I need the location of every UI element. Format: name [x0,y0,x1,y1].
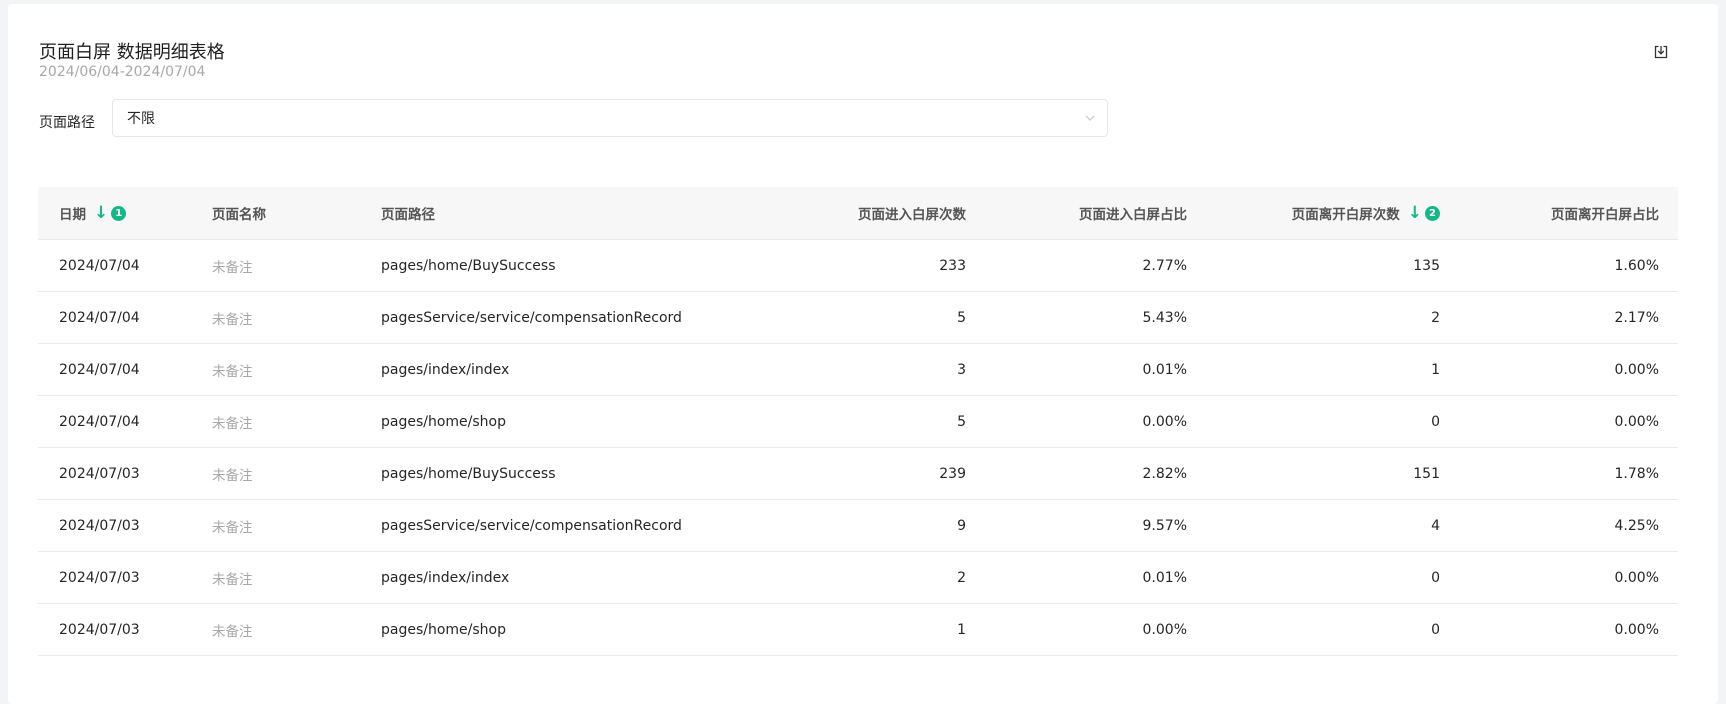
cell-enter-count: 5 [957,309,966,326]
cell-date: 2024/07/03 [59,465,140,482]
cell-enter-count: 1 [957,621,966,638]
sort-rank-badge: 1 [111,205,127,221]
cell-page-name: 未备注 [212,259,253,276]
cell-page-name: 未备注 [212,363,253,380]
column-page-path: 页面路径 [381,207,435,223]
cell-page-path: pages/home/shop [381,413,507,430]
table-row: 2024/07/03 未备注 pages/index/index 2 0.01%… [38,552,1678,604]
table-row: 2024/07/04 未备注 pages/index/index 3 0.01%… [38,344,1678,396]
arrow-down-icon[interactable]: ↓ [1408,203,1422,223]
cell-page-path: pages/home/BuySuccess [381,257,556,274]
cell-enter-count: 5 [957,413,966,430]
column-leave-count[interactable]: 页面离开白屏次数 ↓ 2 [1292,187,1440,239]
cell-date: 2024/07/03 [59,569,140,586]
cell-page-name: 未备注 [212,467,253,484]
cell-page-name: 未备注 [212,571,253,588]
cell-leave-count: 0 [1431,413,1440,430]
table-row: 2024/07/04 未备注 pages/home/BuySuccess 233… [38,240,1678,292]
cell-leave-count: 0 [1431,569,1440,586]
cell-leave-count: 135 [1413,257,1440,274]
data-table: 日期 ↓ 1 页面名称 页面路径 页面进入白屏次数 页面进入白屏占比 页面离开白… [38,187,1678,656]
cell-page-name: 未备注 [212,623,253,640]
cell-leave-ratio: 0.00% [1614,621,1659,638]
export-button[interactable] [1649,40,1673,64]
cell-leave-ratio: 2.17% [1614,309,1659,326]
cell-page-path: pages/index/index [381,361,510,378]
download-icon [1654,45,1668,59]
detail-table-card: 页面白屏 数据明细表格 2024/06/04-2024/07/04 页面路径 不… [8,4,1718,704]
cell-enter-ratio: 0.01% [1142,569,1187,586]
cell-leave-count: 1 [1431,361,1440,378]
column-enter-count[interactable]: 页面进入白屏次数 [858,187,966,239]
filter-label: 页面路径 [39,115,95,131]
date-range: 2024/06/04-2024/07/04 [39,64,206,80]
cell-date: 2024/07/04 [59,361,140,378]
cell-enter-ratio: 9.57% [1142,517,1187,534]
cell-enter-ratio: 0.00% [1142,621,1187,638]
cell-leave-count: 4 [1431,517,1440,534]
table-row: 2024/07/04 未备注 pagesService/service/comp… [38,292,1678,344]
sort-rank-badge: 2 [1425,205,1440,221]
cell-page-name: 未备注 [212,311,253,328]
cell-page-name: 未备注 [212,415,253,432]
cell-leave-count: 0 [1431,621,1440,638]
arrow-down-icon[interactable]: ↓ [94,203,108,223]
cell-date: 2024/07/03 [59,517,140,534]
cell-enter-ratio: 5.43% [1142,309,1187,326]
cell-enter-ratio: 0.00% [1142,413,1187,430]
column-date-label: 日期 [59,207,86,223]
cell-leave-ratio: 0.00% [1614,361,1659,378]
cell-page-path: pagesService/service/compensationRecord [381,309,682,326]
cell-date: 2024/07/03 [59,621,140,638]
column-enter-ratio[interactable]: 页面进入白屏占比 [1079,187,1187,239]
cell-leave-ratio: 1.60% [1614,257,1659,274]
column-leave-count-label: 页面离开白屏次数 [1291,207,1400,223]
cell-date: 2024/07/04 [59,257,140,274]
table-row: 2024/07/03 未备注 pages/home/BuySuccess 239… [38,448,1678,500]
cell-date: 2024/07/04 [59,413,140,430]
cell-leave-ratio: 0.00% [1614,413,1659,430]
cell-page-path: pages/home/shop [381,621,507,638]
cell-date: 2024/07/04 [59,309,140,326]
column-date[interactable]: 日期 ↓ 1 [59,187,127,239]
cell-leave-ratio: 1.78% [1614,465,1659,482]
cell-page-path: pagesService/service/compensationRecord [381,517,682,534]
cell-enter-count: 9 [957,517,966,534]
cell-leave-ratio: 4.25% [1614,517,1659,534]
column-leave-ratio[interactable]: 页面离开白屏占比 [1551,187,1659,239]
cell-enter-count: 239 [939,465,966,482]
cell-enter-count: 2 [957,569,966,586]
select-value: 不限 [127,111,155,127]
cell-enter-count: 3 [957,361,966,378]
table-row: 2024/07/03 未备注 pagesService/service/comp… [38,500,1678,552]
cell-leave-count: 151 [1413,465,1440,482]
cell-leave-ratio: 0.00% [1614,569,1659,586]
cell-enter-ratio: 0.01% [1142,361,1187,378]
table-header: 日期 ↓ 1 页面名称 页面路径 页面进入白屏次数 页面进入白屏占比 页面离开白… [38,187,1678,240]
column-page-name: 页面名称 [212,207,266,223]
cell-page-path: pages/index/index [381,569,510,586]
cell-page-path: pages/home/BuySuccess [381,465,556,482]
page-path-select[interactable]: 不限 [112,99,1108,137]
cell-enter-count: 233 [939,257,966,274]
chevron-down-icon [1085,115,1095,121]
cell-page-name: 未备注 [212,519,253,536]
cell-leave-count: 2 [1431,309,1440,326]
cell-enter-ratio: 2.77% [1142,257,1187,274]
table-row: 2024/07/03 未备注 pages/home/shop 1 0.00% 0… [38,604,1678,656]
table-body: 2024/07/04 未备注 pages/home/BuySuccess 233… [38,240,1678,656]
cell-enter-ratio: 2.82% [1142,465,1187,482]
table-row: 2024/07/04 未备注 pages/home/shop 5 0.00% 0… [38,396,1678,448]
card-title: 页面白屏 数据明细表格 [39,42,225,63]
